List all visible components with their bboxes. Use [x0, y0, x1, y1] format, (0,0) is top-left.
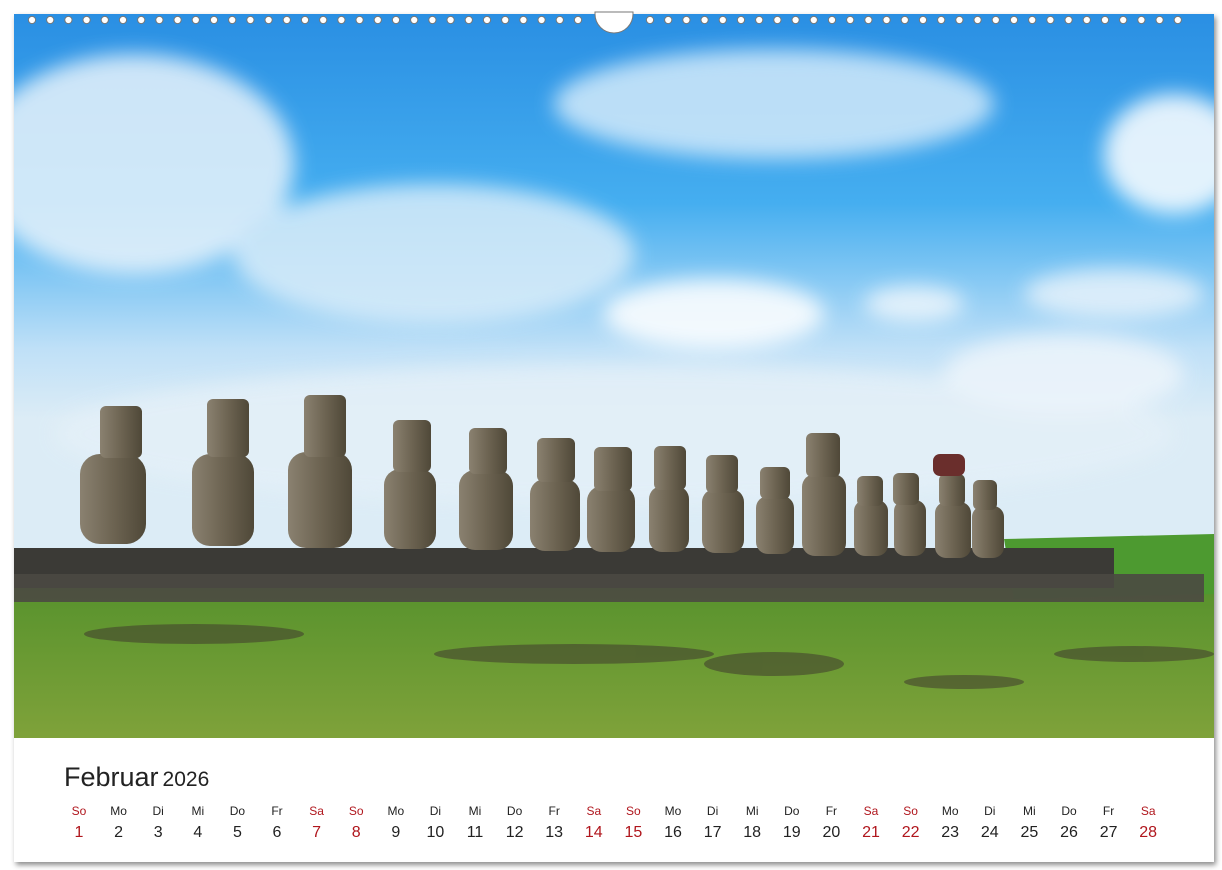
- day-number: 18: [743, 824, 762, 841]
- moai: [530, 438, 580, 551]
- day-number: 14: [584, 824, 603, 841]
- day-number: 16: [664, 824, 682, 841]
- day-number: 10: [426, 824, 445, 841]
- weekday-label: Di: [152, 804, 164, 818]
- day-number: 7: [312, 824, 322, 841]
- weekday-label: Mo: [387, 804, 405, 818]
- calendar-page: Februar 2026 So 1 Mo 2 Di 3 Mi 4 Do 5 Fr 6 Sa 7 So 8 Mo 9 D…: [14, 14, 1214, 862]
- day-number: 27: [1099, 824, 1118, 841]
- day-number: 19: [782, 824, 801, 841]
- weekday-label: Do: [506, 804, 523, 818]
- day-number: 3: [153, 824, 163, 841]
- weekday-label: So: [626, 804, 641, 818]
- weekday-label: So: [348, 804, 364, 818]
- weekday-label: Sa: [863, 804, 879, 818]
- weekday-label: Fr: [1102, 804, 1115, 818]
- day-number: 5: [232, 824, 242, 841]
- weekday-label: Mi: [1023, 804, 1036, 818]
- moai: [756, 467, 794, 554]
- moai: [649, 446, 689, 552]
- day-number: 6: [272, 824, 282, 841]
- day-number: 15: [624, 824, 643, 841]
- day-number: 1: [74, 824, 84, 841]
- weekday-label: Do: [784, 804, 800, 818]
- day-number: 2: [114, 824, 124, 841]
- day-number: 21: [862, 824, 880, 841]
- day-number: 11: [466, 824, 484, 841]
- day-row: So 1 Mo 2 Di 3 Mi 4 Do 5 Fr 6 Sa 7 So 8 Mo 9 Di 10 Mi 11 Do 12 F…: [14, 738, 1214, 862]
- weekday-label: Do: [1061, 804, 1077, 818]
- weekday-label: So: [71, 804, 87, 818]
- moai: [854, 476, 888, 556]
- weekday-label: Sa: [586, 804, 602, 818]
- day-number: 24: [980, 824, 999, 841]
- moai: [587, 447, 635, 552]
- day-number: 20: [822, 824, 841, 841]
- moai: [802, 433, 846, 556]
- day-number: 4: [193, 824, 203, 841]
- weekday-label: Mo: [110, 804, 127, 818]
- weekday-label: Mi: [191, 804, 205, 818]
- day-number: 8: [351, 824, 361, 841]
- day-number: 17: [703, 824, 722, 841]
- weekday-label: Di: [429, 804, 442, 818]
- weekday-label: Do: [229, 804, 246, 818]
- weekday-label: Fr: [825, 804, 838, 818]
- weekday-label: Mi: [745, 804, 759, 818]
- day-number: 26: [1060, 824, 1078, 841]
- weekday-label: Sa: [309, 804, 324, 818]
- weekday-label: Di: [984, 804, 996, 818]
- weekday-label: Fr: [271, 804, 283, 818]
- weekday-label: Mi: [468, 804, 482, 818]
- day-number: 13: [545, 824, 564, 841]
- weekday-label: So: [903, 804, 918, 818]
- weekday-label: Mo: [941, 804, 959, 818]
- day-number: 9: [391, 824, 401, 841]
- weekday-label: Di: [706, 804, 719, 818]
- day-number: 22: [901, 824, 920, 841]
- calendar-section: Februar 2026 So 1 Mo 2 Di 3 Mi 4 Do 5 Fr 6 Sa 7 So 8 Mo 9 D…: [14, 738, 1214, 862]
- moai: [702, 455, 744, 553]
- day-number: 23: [941, 824, 960, 841]
- day-number: 12: [505, 824, 524, 841]
- day-number: 28: [1139, 824, 1158, 841]
- weekday-label: Fr: [548, 804, 560, 818]
- day-number: 25: [1020, 824, 1039, 841]
- weekday-label: Mo: [664, 804, 682, 818]
- weekday-label: Sa: [1140, 804, 1156, 818]
- moai-photo: [14, 14, 1214, 738]
